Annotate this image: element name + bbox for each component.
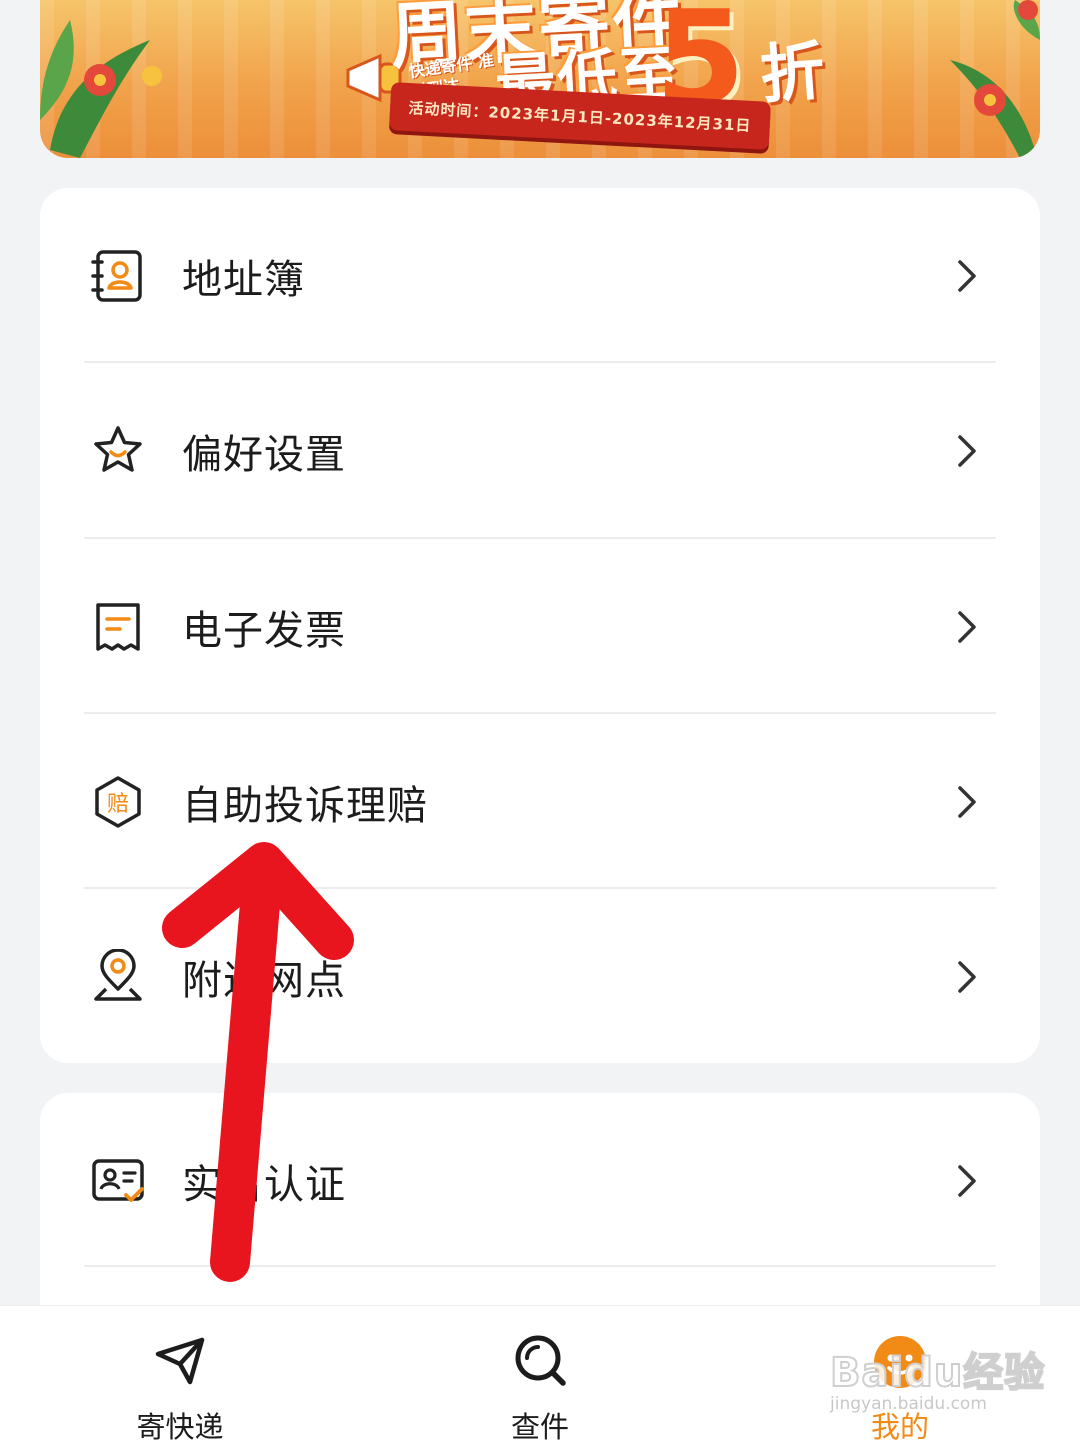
chevron-right-icon bbox=[958, 786, 976, 818]
menu-item-label: 偏好设置 bbox=[182, 432, 346, 478]
chevron-right-icon bbox=[958, 1165, 976, 1197]
address-book-icon bbox=[91, 250, 142, 302]
invoice-icon bbox=[96, 603, 140, 651]
promo-banner[interactable]: 周末寄件 最低至 5 折 快递寄件 准时到达 活动时间：2023年1月1日-20… bbox=[40, 0, 1040, 158]
menu-item-label: 附近网点 bbox=[182, 958, 346, 1004]
tab-label: 寄快递 bbox=[136, 1410, 224, 1440]
menu-item-label: 自助投诉理赔 bbox=[182, 783, 428, 829]
menu-item-label: 电子发票 bbox=[182, 608, 346, 654]
chevron-right-icon bbox=[958, 260, 976, 292]
svg-text:赔: 赔 bbox=[107, 792, 129, 817]
menu-item-nearby-outlets[interactable]: 附近网点 bbox=[40, 889, 1040, 1063]
tab-track-package[interactable]: 查件 bbox=[440, 1306, 640, 1440]
tab-label: 查件 bbox=[510, 1410, 569, 1440]
leaf-decoration-left bbox=[40, 20, 162, 158]
location-pin-icon bbox=[94, 949, 142, 1001]
menu-card-primary: 地址簿 偏好设置 电子发票 赔 自助投诉理赔 附近网点 bbox=[40, 188, 1040, 1063]
tab-send-express[interactable]: 寄快递 bbox=[80, 1306, 280, 1440]
star-icon bbox=[94, 426, 142, 472]
id-verify-icon bbox=[92, 1159, 144, 1202]
search-icon bbox=[515, 1335, 566, 1386]
divider bbox=[84, 1265, 996, 1267]
chevron-right-icon bbox=[958, 611, 976, 643]
chevron-right-icon bbox=[958, 435, 976, 467]
send-plane-icon bbox=[155, 1337, 205, 1385]
banner-promo-suffix: 折 bbox=[757, 34, 827, 114]
menu-item-label: 地址簿 bbox=[182, 257, 305, 303]
watermark-brand: Baidu经验 bbox=[829, 1349, 1046, 1397]
menu-item-e-invoice[interactable]: 电子发票 bbox=[40, 539, 1040, 715]
menu-item-address-book[interactable]: 地址簿 bbox=[40, 188, 1040, 364]
watermark-url: jingyan.baidu.com bbox=[830, 1394, 987, 1414]
leaf-decoration-right bbox=[950, 0, 1040, 158]
menu-item-label: 实名认证 bbox=[182, 1162, 346, 1208]
compensation-icon: 赔 bbox=[95, 776, 141, 828]
menu-item-real-name-verification[interactable]: 实名认证 bbox=[40, 1093, 1040, 1269]
menu-item-claims[interactable]: 赔 自助投诉理赔 bbox=[40, 714, 1040, 890]
menu-item-preferences[interactable]: 偏好设置 bbox=[40, 363, 1040, 539]
chevron-right-icon bbox=[958, 961, 976, 993]
